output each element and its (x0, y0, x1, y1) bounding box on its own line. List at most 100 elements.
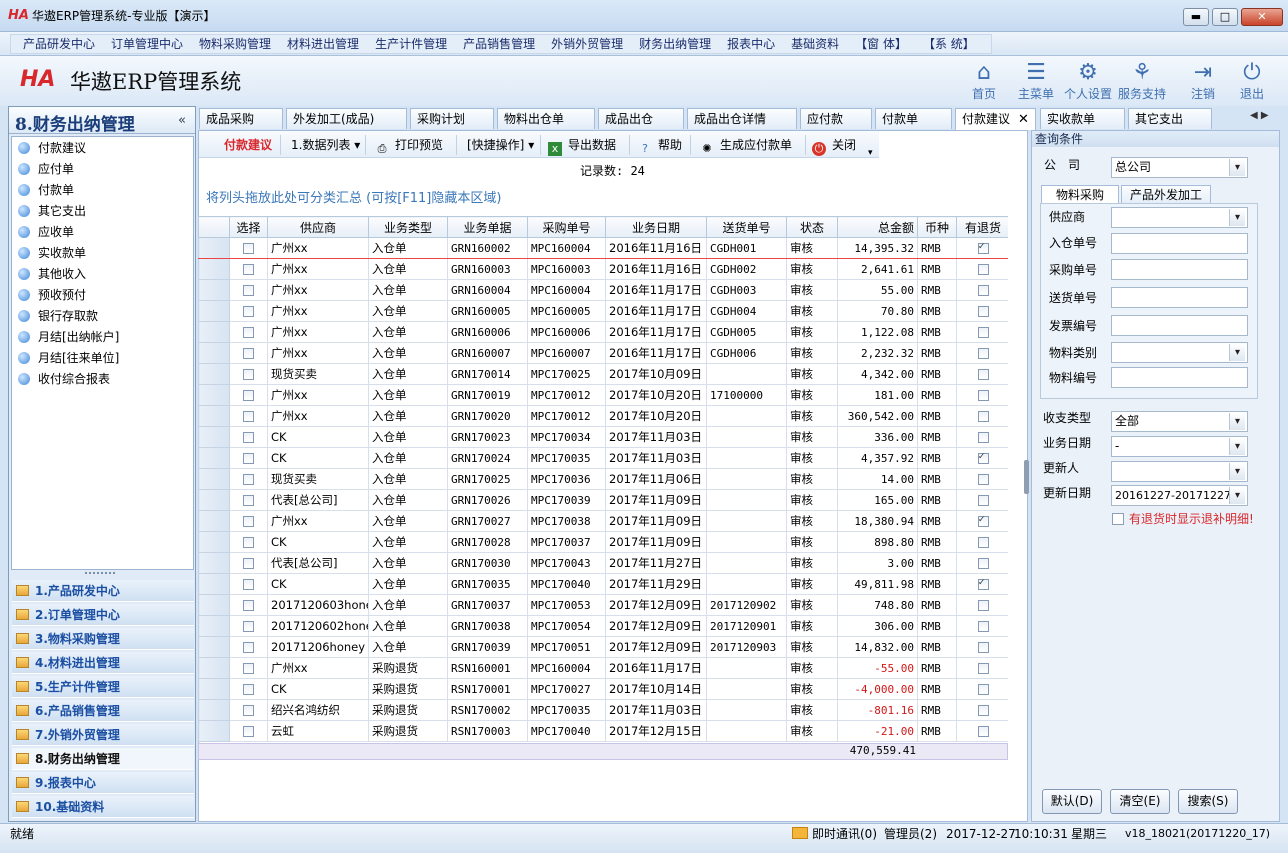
table-row[interactable]: 广州xx 入仓单 GRN160007 MPC160007 2016年11月17日 CGDH… (198, 342, 1008, 364)
document-cell[interactable]: RSN170003 (447, 720, 528, 742)
table-row[interactable]: 代表[总公司] 入仓单 GRN170026 MPC170039 2017年11月09日 审… (198, 489, 1008, 511)
business-type-cell[interactable]: 采购退货 (368, 720, 448, 742)
select-cell[interactable] (229, 426, 268, 448)
status-cell[interactable]: 审核 (786, 300, 838, 322)
date-cell[interactable]: 2017年12月09日 (605, 594, 707, 616)
supplier-cell[interactable]: 2017120603hone (267, 594, 369, 616)
po-number-cell[interactable]: MPC160004 (527, 237, 606, 259)
has-return-checkbox[interactable] (977, 451, 989, 464)
document-cell[interactable]: GRN160005 (447, 300, 528, 322)
delivery-number-cell[interactable]: 17100000 (706, 384, 787, 406)
status-cell[interactable]: 审核 (786, 363, 838, 385)
menu-item-reports[interactable]: 报表中心 (719, 35, 783, 53)
po-number-cell[interactable]: MPC170035 (527, 447, 606, 469)
supplier-cell[interactable]: 广州xx (267, 258, 369, 280)
row-indicator[interactable] (198, 552, 230, 574)
document-cell[interactable]: RSN160001 (447, 657, 528, 679)
date-cell[interactable]: 2017年12月15日 (605, 720, 707, 742)
table-row[interactable]: CK 采购退货 RSN170001 MPC170027 2017年10月14日 审核 -4,… (198, 678, 1008, 700)
module-purchasing[interactable]: 3.物料采购管理 (12, 628, 194, 650)
show-refund-checkbox[interactable] (1112, 513, 1124, 525)
module-sales[interactable]: 6.产品销售管理 (12, 700, 194, 722)
has-return-checkbox[interactable] (977, 558, 989, 569)
has-return-cell[interactable] (956, 720, 1008, 742)
tab-other-expenses[interactable]: 其它支出 (1128, 108, 1212, 129)
row-indicator[interactable] (198, 300, 230, 322)
select-cell[interactable] (229, 279, 268, 301)
delivery-number-cell[interactable] (706, 363, 787, 385)
has-return-cell[interactable] (956, 468, 1008, 490)
total-amount-cell[interactable]: 2,232.32 (837, 342, 918, 364)
has-return-checkbox[interactable] (977, 348, 989, 359)
business-type-cell[interactable]: 入仓单 (368, 279, 448, 301)
select-cell[interactable] (229, 363, 268, 385)
has-return-checkbox[interactable] (977, 705, 989, 716)
instant-messaging[interactable]: 即时通讯(0) (812, 826, 877, 842)
supplier-cell[interactable]: 代表[总公司] (267, 489, 369, 511)
has-return-cell[interactable] (956, 237, 1008, 259)
business-type-cell[interactable]: 入仓单 (368, 426, 448, 448)
table-row[interactable]: 广州xx 入仓单 GRN170019 MPC170012 2017年10月20日 1710… (198, 384, 1008, 406)
has-return-checkbox[interactable] (977, 684, 989, 695)
po-number-cell[interactable]: MPC170034 (527, 426, 606, 448)
business-type-cell[interactable]: 入仓单 (368, 552, 448, 574)
delivery-number-cell[interactable] (706, 405, 787, 427)
row-indicator[interactable] (198, 258, 230, 280)
date-cell[interactable]: 2017年11月03日 (605, 447, 707, 469)
business-type-cell[interactable]: 入仓单 (368, 384, 448, 406)
mail-icon[interactable] (792, 827, 808, 839)
menu-item-materials[interactable]: 材料进出管理 (279, 35, 367, 53)
delivery-number-cell[interactable] (706, 678, 787, 700)
supplier-cell[interactable]: 广州xx (267, 342, 369, 364)
has-return-checkbox[interactable] (977, 241, 989, 254)
menu-item-finance[interactable]: 财务出纳管理 (631, 35, 719, 53)
select-cell[interactable] (229, 321, 268, 343)
date-cell[interactable]: 2017年10月09日 (605, 363, 707, 385)
column-header-delivery-number[interactable]: 送货单号 (706, 216, 787, 238)
document-cell[interactable]: GRN170023 (447, 426, 528, 448)
status-cell[interactable]: 审核 (786, 510, 838, 532)
total-amount-cell[interactable]: 70.80 (837, 300, 918, 322)
table-row[interactable]: 20171206honey 入仓单 GRN170039 MPC170051 2017年1… (198, 636, 1008, 658)
nav-item-payables[interactable]: 应付单 (18, 159, 74, 179)
date-cell[interactable]: 2016年11月16日 (605, 258, 707, 280)
has-return-cell[interactable] (956, 699, 1008, 721)
column-header-date[interactable]: 业务日期 (605, 216, 707, 238)
date-cell[interactable]: 2016年11月17日 (605, 657, 707, 679)
total-amount-cell[interactable]: 18,380.94 (837, 510, 918, 532)
tab-scroll-arrows[interactable]: ◀ ▶ (1250, 110, 1269, 121)
select-cell[interactable] (229, 699, 268, 721)
column-header-currency[interactable]: 币种 (917, 216, 957, 238)
currency-cell[interactable]: RMB (917, 342, 957, 364)
currency-cell[interactable]: RMB (917, 510, 957, 532)
select-checkbox[interactable] (243, 243, 254, 254)
status-cell[interactable]: 审核 (786, 384, 838, 406)
nav-item-other-income[interactable]: 其他收入 (18, 264, 86, 284)
supplier-cell[interactable]: 绍兴名鸿纺织 (267, 699, 369, 721)
updater-select[interactable] (1111, 461, 1248, 482)
clear-button[interactable]: 清空(E) (1110, 789, 1170, 814)
document-cell[interactable]: GRN170019 (447, 384, 528, 406)
list-view-dropdown[interactable]: 1.数据列表 ▾ (291, 137, 360, 153)
po-number-cell[interactable]: MPC170054 (527, 615, 606, 637)
date-cell[interactable]: 2017年10月20日 (605, 384, 707, 406)
tab-material-outbound[interactable]: 物料出仓单 (497, 108, 595, 129)
delivery-number-cell[interactable]: CGDH002 (706, 258, 787, 280)
delivery-number-cell[interactable] (706, 720, 787, 742)
select-cell[interactable] (229, 678, 268, 700)
row-indicator[interactable] (198, 489, 230, 511)
currency-cell[interactable]: RMB (917, 678, 957, 700)
table-row[interactable]: 云虹 采购退货 RSN170003 MPC170040 2017年12月15日 审核 -21… (198, 720, 1008, 742)
row-indicator[interactable] (198, 426, 230, 448)
po-number-cell[interactable]: MPC170037 (527, 531, 606, 553)
status-cell[interactable]: 审核 (786, 552, 838, 574)
column-header-document[interactable]: 业务单据 (447, 216, 528, 238)
select-checkbox[interactable] (243, 369, 254, 380)
delivery-number-cell[interactable]: CGDH001 (706, 237, 787, 259)
supplier-cell[interactable]: 广州xx (267, 321, 369, 343)
select-checkbox[interactable] (243, 495, 254, 506)
supplier-cell[interactable]: 20171206honey (267, 636, 369, 658)
has-return-checkbox[interactable] (977, 390, 989, 401)
table-row[interactable]: 广州xx 入仓单 GRN160006 MPC160006 2016年11月17日 CGDH… (198, 321, 1008, 343)
has-return-checkbox[interactable] (977, 642, 989, 653)
